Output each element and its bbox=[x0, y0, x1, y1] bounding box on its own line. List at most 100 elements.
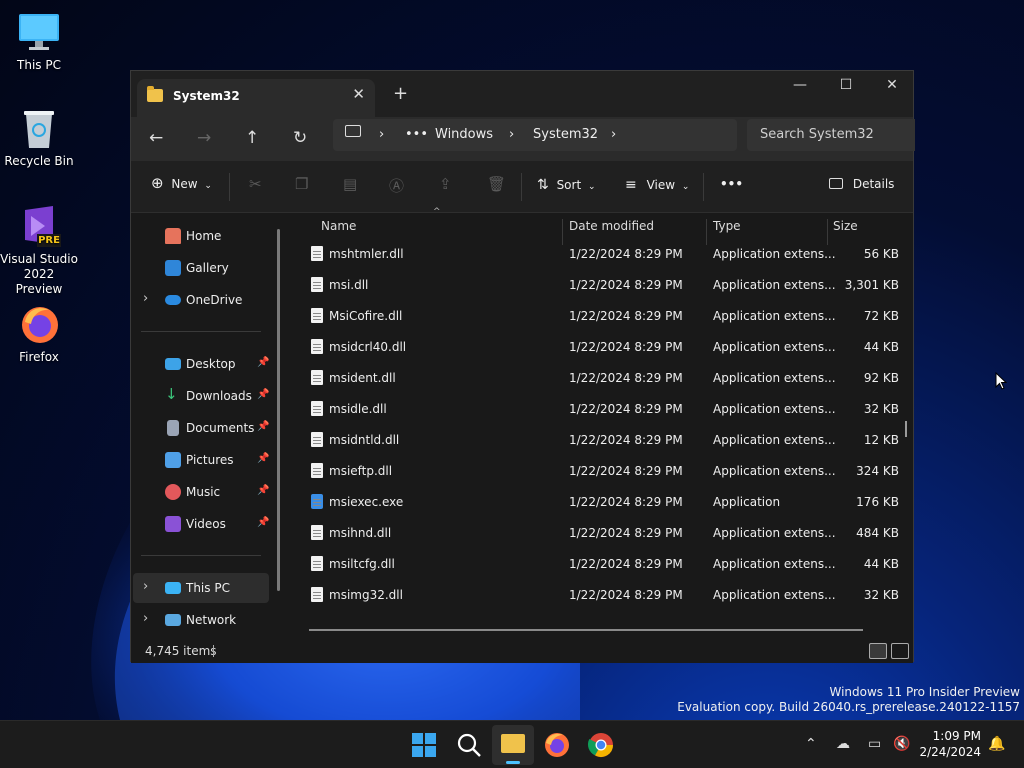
chevron-right-icon[interactable]: › bbox=[611, 127, 616, 142]
file-row[interactable]: msiltcfg.dll 1/22/2024 8:29 PM Application… bbox=[289, 549, 907, 580]
maximize-button[interactable]: ☐ bbox=[823, 77, 869, 93]
file-row[interactable]: msi.dll 1/22/2024 8:29 PM Application exte… bbox=[289, 270, 907, 301]
sidebar-item-network[interactable]: › Network bbox=[133, 605, 269, 635]
sidebar-item-onedrive[interactable]: › OneDrive bbox=[133, 285, 269, 315]
desktop-icon-firefox[interactable]: Firefox bbox=[0, 302, 78, 365]
chevron-right-icon[interactable]: › bbox=[509, 127, 514, 142]
file-row[interactable]: msimg32.dll 1/22/2024 8:29 PM Application … bbox=[289, 580, 907, 611]
search-box[interactable]: Search System32 bbox=[747, 119, 915, 151]
search-icon[interactable] bbox=[455, 731, 483, 759]
gallery-icon bbox=[165, 260, 181, 276]
chevron-right-icon[interactable]: › bbox=[143, 291, 148, 306]
sidebar-scrollbar[interactable] bbox=[277, 229, 280, 591]
details-pane-button[interactable]: Details bbox=[829, 177, 894, 191]
tab-close-icon[interactable]: ✕ bbox=[352, 85, 365, 103]
column-header-type[interactable]: Type bbox=[713, 219, 741, 233]
file-row[interactable]: MsiCofire.dll 1/22/2024 8:29 PM Applicatio… bbox=[289, 301, 907, 332]
file-list-scrollbar[interactable] bbox=[905, 421, 907, 437]
file-row[interactable]: msident.dll 1/22/2024 8:29 PM Application … bbox=[289, 363, 907, 394]
delete-icon[interactable]: 🗑 bbox=[487, 175, 506, 193]
desktop-icon-visual-studio[interactable]: PRE Visual Studio 2022 Preview bbox=[0, 204, 78, 297]
pin-icon[interactable]: 📌 bbox=[257, 389, 269, 400]
more-locations-icon[interactable]: ••• bbox=[405, 127, 428, 142]
sort-label: Sort bbox=[556, 178, 582, 192]
sidebar-item-this-pc[interactable]: › This PC bbox=[133, 573, 269, 603]
sidebar-item-desktop[interactable]: Desktop 📌 bbox=[133, 349, 269, 379]
dll-file-icon bbox=[311, 525, 323, 540]
back-button[interactable]: ← bbox=[149, 128, 163, 148]
rename-icon[interactable]: Ⓐ bbox=[389, 175, 404, 196]
file-type: Application extens... bbox=[713, 526, 836, 540]
pin-icon[interactable]: 📌 bbox=[257, 357, 269, 368]
pin-icon[interactable]: 📌 bbox=[257, 517, 269, 528]
file-row[interactable]: msidle.dll 1/22/2024 8:29 PM Application e… bbox=[289, 394, 907, 425]
cloud-icon bbox=[165, 295, 181, 305]
horizontal-scrollbar[interactable] bbox=[309, 629, 863, 631]
column-header-date[interactable]: Date modified bbox=[569, 219, 654, 233]
sidebar-item-pictures[interactable]: Pictures 📌 bbox=[133, 445, 269, 475]
cut-icon[interactable]: ✂ bbox=[249, 175, 262, 193]
file-row[interactable]: msieftp.dll 1/22/2024 8:29 PM Application … bbox=[289, 456, 907, 487]
onedrive-offline-icon[interactable]: ☁ bbox=[836, 736, 850, 752]
pin-icon[interactable]: 📌 bbox=[257, 453, 269, 464]
volume-muted-icon[interactable]: 🔇 bbox=[893, 736, 910, 752]
file-date: 1/22/2024 8:29 PM bbox=[569, 433, 683, 447]
network-status-icon[interactable]: ▭ bbox=[868, 736, 881, 752]
notifications-bell-icon[interactable]: 🔔 bbox=[988, 736, 1005, 752]
new-button[interactable]: ⊕ New ⌄ bbox=[151, 174, 212, 192]
address-bar[interactable]: › ••• Windows › System32 › bbox=[333, 119, 737, 151]
forward-button[interactable]: → bbox=[197, 128, 211, 148]
tab-system32[interactable]: System32 ✕ bbox=[137, 79, 375, 117]
chevron-right-icon[interactable]: › bbox=[379, 127, 384, 142]
file-name: msieftp.dll bbox=[329, 464, 393, 478]
desktop-icon-this-pc[interactable]: This PC bbox=[0, 10, 78, 73]
file-row[interactable]: msidntld.dll 1/22/2024 8:29 PM Application… bbox=[289, 425, 907, 456]
chevron-right-icon[interactable]: › bbox=[143, 579, 148, 594]
desktop-icon-recycle-bin[interactable]: Recycle Bin bbox=[0, 106, 78, 169]
pin-icon[interactable]: 📌 bbox=[257, 421, 269, 432]
file-type: Application extens... bbox=[713, 588, 836, 602]
view-label: View bbox=[646, 178, 676, 192]
minimize-button[interactable]: — bbox=[777, 77, 823, 93]
copy-icon[interactable]: ❐ bbox=[295, 175, 308, 193]
chrome-icon[interactable] bbox=[587, 731, 615, 759]
large-icons-view-icon[interactable] bbox=[891, 643, 909, 659]
file-row[interactable]: mshtmler.dll 1/22/2024 8:29 PM Application… bbox=[289, 239, 907, 270]
column-header-size[interactable]: Size bbox=[833, 219, 858, 233]
file-row[interactable]: msiexec.exe 1/22/2024 8:29 PM Application 1… bbox=[289, 487, 907, 518]
sidebar-item-music[interactable]: Music 📌 bbox=[133, 477, 269, 507]
firefox-icon[interactable] bbox=[543, 731, 571, 759]
file-type: Application extens... bbox=[713, 309, 836, 323]
sidebar-item-label: Pictures bbox=[186, 453, 234, 467]
close-window-button[interactable]: ✕ bbox=[869, 77, 915, 93]
sidebar-item-downloads[interactable]: ↓ Downloads 📌 bbox=[133, 381, 269, 411]
sidebar-item-documents[interactable]: Documents 📌 bbox=[133, 413, 269, 443]
file-list: Name ^ Date modified Type Size mshtmler.… bbox=[289, 207, 915, 627]
sidebar-item-gallery[interactable]: Gallery bbox=[133, 253, 269, 283]
refresh-button[interactable]: ↻ bbox=[293, 128, 307, 148]
file-type: Application extens... bbox=[713, 557, 836, 571]
new-tab-button[interactable]: + bbox=[393, 83, 408, 104]
clock-time: 1:09 PM bbox=[932, 729, 981, 743]
file-name: msiexec.exe bbox=[329, 495, 404, 509]
sort-button[interactable]: ⇅ Sort ⌄ bbox=[537, 177, 596, 193]
more-options-button[interactable]: ••• bbox=[720, 177, 743, 191]
sidebar-item-home[interactable]: Home bbox=[133, 221, 269, 251]
up-button[interactable]: ↑ bbox=[245, 128, 259, 148]
sidebar-item-videos[interactable]: Videos 📌 bbox=[133, 509, 269, 539]
clock[interactable]: 1:09 PM 2/24/2024 bbox=[919, 728, 981, 760]
paste-icon[interactable]: ▤ bbox=[343, 175, 357, 193]
show-hidden-icons-chevron-icon[interactable]: ⌃ bbox=[805, 736, 817, 752]
details-view-icon[interactable] bbox=[869, 643, 887, 659]
start-button-windows-icon[interactable] bbox=[410, 731, 438, 759]
file-row[interactable]: msidcrl40.dll 1/22/2024 8:29 PM Applicatio… bbox=[289, 332, 907, 363]
view-button[interactable]: ≡ View ⌄ bbox=[625, 177, 689, 193]
file-explorer-taskbar-button[interactable] bbox=[492, 725, 534, 765]
column-header-name[interactable]: Name bbox=[321, 219, 356, 233]
file-row[interactable]: msihnd.dll 1/22/2024 8:29 PM Application e… bbox=[289, 518, 907, 549]
share-icon[interactable]: ⇪ bbox=[439, 175, 452, 193]
breadcrumb-system32[interactable]: System32 bbox=[533, 127, 598, 142]
pin-icon[interactable]: 📌 bbox=[257, 485, 269, 496]
chevron-right-icon[interactable]: › bbox=[143, 611, 148, 626]
breadcrumb-windows[interactable]: Windows bbox=[435, 127, 493, 142]
